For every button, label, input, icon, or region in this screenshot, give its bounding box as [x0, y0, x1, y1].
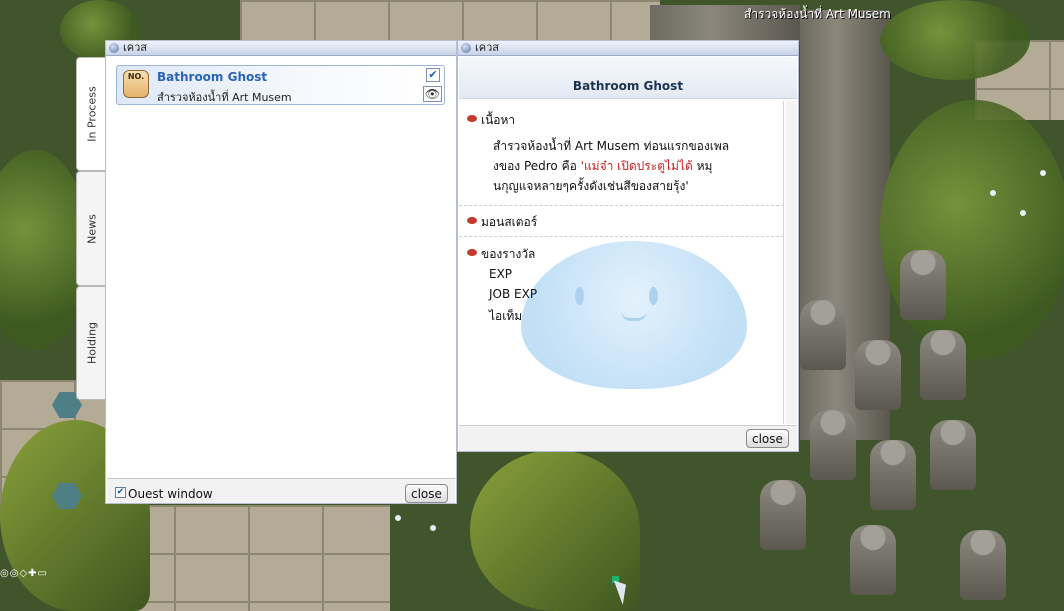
quest-name: Bathroom Ghost [157, 70, 268, 84]
description-text: หมุ [692, 159, 713, 173]
poring-eye [649, 287, 658, 305]
description-line: สำรวจห้องน้ำที่ Art Musem ท่อนแรกของเพล [493, 139, 730, 153]
detail-window-close-button[interactable]: close [746, 429, 789, 448]
detail-window-footer: close [459, 425, 797, 451]
statue [850, 525, 896, 595]
tab-holding-label: Holding [85, 321, 98, 365]
quest-list-item[interactable]: NO. Bathroom Ghost สำรวจห้องน้ำที่ Art M… [116, 65, 445, 105]
reward-item: ไอเท็ม [489, 309, 523, 323]
reward-item: EXP [489, 267, 513, 281]
flower [430, 525, 436, 531]
detail-header: Bathroom Ghost [459, 57, 797, 99]
quest-track-checkbox[interactable]: ✔ [426, 68, 440, 82]
detail-scrollbar[interactable] [786, 101, 797, 424]
quest-window-checkbox-label: Ouest window [128, 487, 213, 501]
monster-heading: มอนสเตอร์ [467, 213, 537, 232]
quest-list: NO. Bathroom Ghost สำรวจห้องน้ำที่ Art M… [107, 57, 453, 477]
bullet-icon [467, 217, 477, 224]
tab-news[interactable]: News [76, 171, 106, 286]
poring-eye [575, 287, 584, 305]
description-highlight: 'แม่จ๋า เปิดประตูไม่ได้ [580, 159, 693, 173]
statue [760, 480, 806, 550]
bush-top-right [880, 0, 1030, 80]
detail-window-title: เควส [475, 41, 500, 54]
description-line: นกุญแจหลายๆครั้งดังเช่นสีของสายรุ้ง' [493, 179, 689, 193]
quest-window-close-button[interactable]: close [405, 484, 448, 503]
quest-subtitle: สำรวจห้องน้ำที่ Art Musem [157, 91, 292, 104]
detail-body: เนื้อหา สำรวจห้องน้ำที่ Art Musem ท่อนแร… [459, 101, 784, 424]
statue [810, 410, 856, 480]
statue [960, 530, 1006, 600]
section-divider [459, 236, 783, 237]
statue [870, 440, 916, 510]
hud-shortcut-icons[interactable]: ◎◎◇✚▭ [0, 568, 48, 579]
detail-window-title-bar[interactable]: เควส [458, 41, 798, 56]
statue [920, 330, 966, 400]
flower [990, 190, 996, 196]
bush-right [880, 100, 1064, 360]
poring-mouth [621, 311, 647, 321]
quest-window-footer: ✔ Ouest window close [107, 478, 455, 503]
flower [1040, 170, 1046, 176]
reward-heading-label: ของรางวัล [481, 247, 536, 261]
tab-in-process[interactable]: In Process [76, 57, 106, 171]
description-text: งของ Pedro คือ [493, 159, 581, 173]
view-quest-eye-icon[interactable]: 👁 [423, 86, 442, 102]
window-orb-icon [461, 43, 471, 53]
location-label: สำรวจห้องน้ำที่ Art Musem [744, 7, 891, 21]
statue [900, 250, 946, 320]
statue [930, 420, 976, 490]
quest-list-window: เควส NO. Bathroom Ghost สำรวจห้องน้ำที่ … [105, 40, 457, 504]
tab-in-process-label: In Process [85, 86, 98, 142]
statue [800, 300, 846, 370]
window-orb-icon [109, 43, 119, 53]
detail-quest-title: Bathroom Ghost [572, 79, 684, 93]
quest-window-checkbox[interactable]: ✔ [115, 487, 126, 498]
quest-badge-icon: NO. [123, 70, 149, 98]
description-line: งของ Pedro คือ 'แม่จ๋า เปิดประตูไม่ได้ ห… [493, 157, 712, 176]
bullet-icon [467, 115, 477, 122]
statue [855, 340, 901, 410]
bullet-icon [467, 249, 477, 256]
flower [1020, 210, 1026, 216]
description-heading-label: เนื้อหา [481, 113, 516, 127]
reward-item: JOB EXP [489, 287, 538, 301]
tab-holding[interactable]: Holding [76, 286, 106, 400]
description-heading: เนื้อหา [467, 111, 515, 130]
poring-watermark-icon [521, 241, 747, 389]
quest-window-title-bar[interactable]: เควส [106, 41, 456, 56]
tab-news-label: News [85, 213, 98, 244]
quest-detail-window: เควส Bathroom Ghost เนื้อหา สำรวจห้องน้ำ… [457, 40, 799, 452]
stone-tile-floor-top [240, 0, 660, 40]
section-divider [459, 205, 783, 206]
monster-heading-label: มอนสเตอร์ [481, 215, 538, 229]
flower [395, 515, 401, 521]
reward-heading: ของรางวัล [467, 245, 535, 264]
palm-center [470, 450, 640, 611]
quest-window-title: เควส [123, 41, 148, 54]
